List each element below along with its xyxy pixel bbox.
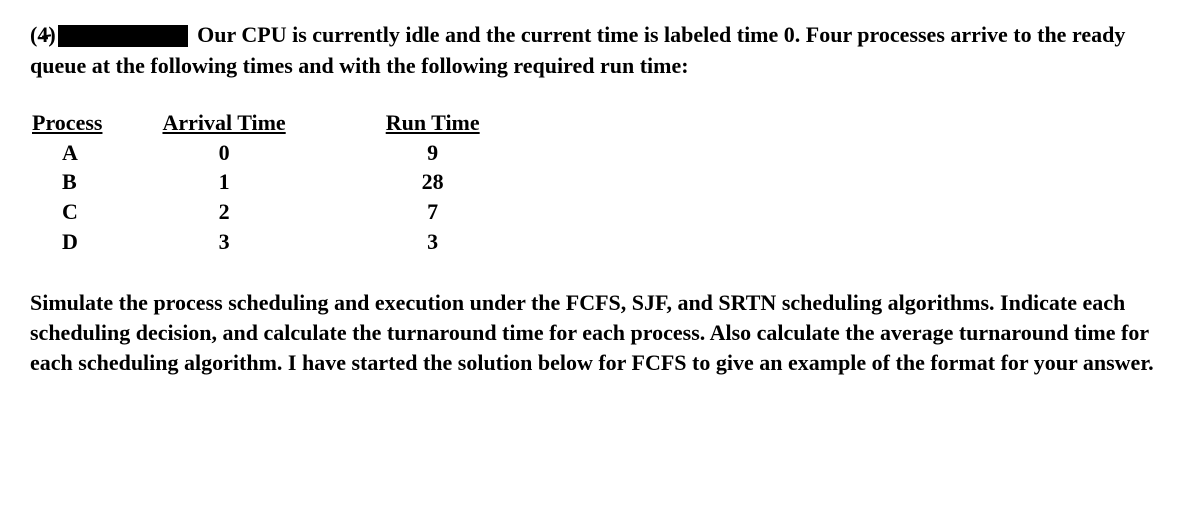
col-arrival: Arrival Time 0 1 2 3 — [162, 110, 285, 257]
cell-arrival: 2 — [219, 197, 230, 227]
cell-process: C — [32, 197, 78, 227]
cell-runtime: 9 — [427, 138, 438, 168]
cell-runtime: 3 — [427, 227, 438, 257]
col-runtime: Run Time 9 28 7 3 — [386, 110, 480, 257]
cell-arrival: 0 — [219, 138, 230, 168]
cell-arrival: 1 — [219, 167, 230, 197]
cell-runtime: 7 — [427, 197, 438, 227]
instructions-text: Simulate the process scheduling and exec… — [30, 288, 1170, 377]
header-arrival: Arrival Time — [162, 110, 285, 136]
question-intro: (4) Our CPU is currently idle and the cu… — [30, 20, 1170, 82]
redacted-block — [58, 25, 188, 47]
col-process: Process A B C D — [32, 110, 102, 257]
process-table: Process A B C D Arrival Time 0 1 2 3 Run… — [32, 110, 1170, 257]
cell-process: B — [32, 167, 77, 197]
cell-process: A — [32, 138, 78, 168]
header-runtime: Run Time — [386, 110, 480, 136]
question-number: (4) — [30, 20, 56, 51]
cell-process: D — [32, 227, 78, 257]
cell-runtime: 28 — [422, 167, 444, 197]
cell-arrival: 3 — [219, 227, 230, 257]
intro-text: Our CPU is currently idle and the curren… — [30, 22, 1125, 78]
header-process: Process — [32, 110, 102, 136]
